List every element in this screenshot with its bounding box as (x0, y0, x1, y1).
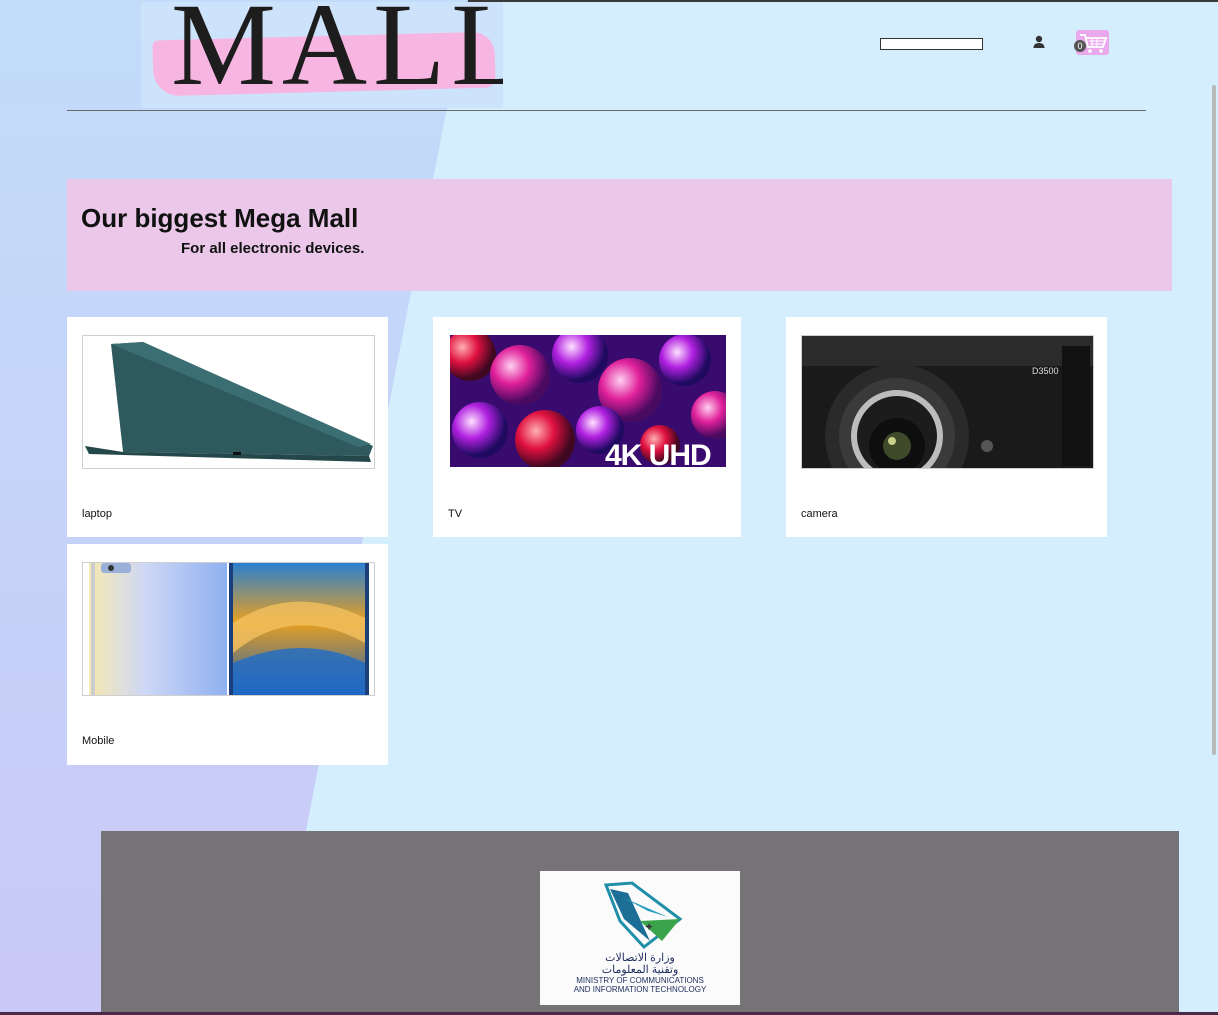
search-input[interactable] (880, 38, 983, 50)
mobile-phones-image[interactable] (82, 562, 375, 696)
laptop-image[interactable] (82, 335, 375, 469)
user-icon[interactable] (1031, 34, 1047, 50)
hero-title: Our biggest Mega Mall (81, 203, 359, 233)
hero-subtitle: For all electronic devices. (181, 240, 365, 257)
ministry-emblem-icon: ✦ (603, 881, 683, 950)
product-card-laptop[interactable]: laptop (67, 317, 388, 537)
tv-4k-uhd-image[interactable]: 4K UHD (450, 335, 726, 467)
product-label[interactable]: TV (448, 508, 462, 520)
site-logo[interactable]: MALL (141, 2, 503, 108)
cart-button[interactable]: 0 (1074, 30, 1110, 56)
ministry-english-line2: AND INFORMATION TECHNOLOGY (573, 985, 707, 994)
product-card-camera[interactable]: D3500 camera (786, 317, 1107, 537)
tv-image-caption: 4K UHD (605, 439, 711, 467)
logo-text: MALL (171, 2, 503, 108)
ministry-logo[interactable]: ✦ وزارة الاتصالات وتقنية المعلومات MINIS… (540, 871, 740, 1005)
hero-banner: Our biggest Mega Mall For all electronic… (67, 179, 1172, 291)
camera-model-text: D3500 (1032, 366, 1059, 376)
product-card-tv[interactable]: 4K UHD TV (433, 317, 741, 537)
scrollbar[interactable] (1212, 85, 1216, 755)
header-divider (67, 110, 1146, 111)
ministry-english-line1: MINISTRY OF COMMUNICATIONS (576, 976, 704, 985)
product-label[interactable]: laptop (82, 508, 112, 520)
product-card-mobile[interactable]: Mobile (67, 544, 388, 765)
ministry-arabic-line2: وتقنية المعلومات (601, 964, 679, 976)
product-label[interactable]: camera (801, 508, 838, 520)
svg-text:✦: ✦ (644, 920, 654, 934)
cart-count-badge: 0 (1074, 40, 1086, 52)
product-label[interactable]: Mobile (82, 735, 114, 747)
dslr-camera-image[interactable]: D3500 (801, 335, 1094, 469)
